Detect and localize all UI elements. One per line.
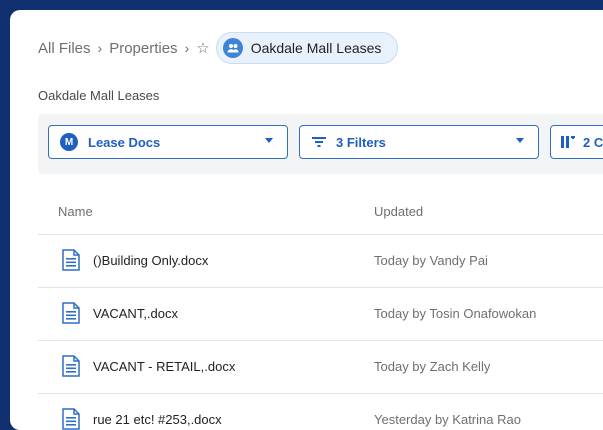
column-header-updated[interactable]: Updated	[374, 204, 423, 219]
file-name[interactable]: rue 21 etc! #253,.docx	[93, 412, 222, 427]
breadcrumb-current-folder[interactable]: Oakdale Mall Leases	[215, 32, 399, 64]
document-icon	[62, 408, 80, 430]
columns-icon	[561, 136, 575, 148]
column-header-name[interactable]: Name	[58, 204, 93, 219]
file-name[interactable]: VACANT - RETAIL,.docx	[93, 359, 235, 374]
table-row[interactable]: ()Building Only.docx Today by Vandy Pai	[38, 235, 603, 288]
table-row[interactable]: VACANT,.docx Today by Tosin Onafowokan	[38, 288, 603, 341]
collab-folder-icon	[222, 38, 243, 58]
table-header: Name Updated	[38, 188, 603, 235]
star-icon[interactable]: ☆	[196, 39, 209, 57]
main-panel: All Files › Properties › ☆ Oakdale Mall …	[10, 10, 603, 430]
metadata-badge-icon: M	[60, 133, 78, 151]
columns-dropdown[interactable]: 2 C	[550, 125, 603, 159]
file-name[interactable]: ()Building Only.docx	[93, 253, 208, 268]
filters-dropdown[interactable]: 3 Filters	[299, 125, 539, 159]
breadcrumb-current-label: Oakdale Mall Leases	[250, 40, 382, 56]
filter-icon	[312, 137, 326, 147]
file-updated: Today by Tosin Onafowokan	[374, 306, 537, 321]
table-row[interactable]: VACANT - RETAIL,.docx Today by Zach Kell…	[38, 341, 603, 394]
document-icon	[62, 249, 80, 274]
document-icon	[62, 355, 80, 380]
breadcrumb: All Files › Properties › ☆ Oakdale Mall …	[38, 32, 399, 64]
file-updated: Today by Zach Kelly	[374, 359, 491, 374]
file-table: Name Updated ()Building Only.docx Today …	[38, 188, 603, 430]
breadcrumb-properties[interactable]: Properties	[109, 40, 177, 57]
metadata-template-dropdown[interactable]: M Lease Docs	[48, 125, 288, 159]
chevron-right-icon: ›	[184, 40, 190, 56]
filters-label: 3 Filters	[336, 134, 386, 150]
table-row[interactable]: rue 21 etc! #253,.docx Yesterday by Katr…	[38, 394, 603, 430]
document-icon	[62, 302, 80, 327]
filter-bar: M Lease Docs 3 Filters 2 C	[38, 114, 603, 174]
file-name[interactable]: VACANT,.docx	[93, 306, 178, 321]
file-updated: Yesterday by Katrina Rao	[374, 412, 521, 427]
file-updated: Today by Vandy Pai	[374, 253, 488, 268]
folder-title: Oakdale Mall Leases	[38, 88, 160, 103]
chevron-right-icon: ›	[97, 40, 103, 56]
breadcrumb-all-files[interactable]: All Files	[38, 40, 91, 57]
caret-down-icon	[265, 138, 273, 143]
columns-label: 2 C	[583, 134, 603, 150]
caret-down-icon	[516, 138, 524, 143]
metadata-template-label: Lease Docs	[88, 134, 161, 150]
